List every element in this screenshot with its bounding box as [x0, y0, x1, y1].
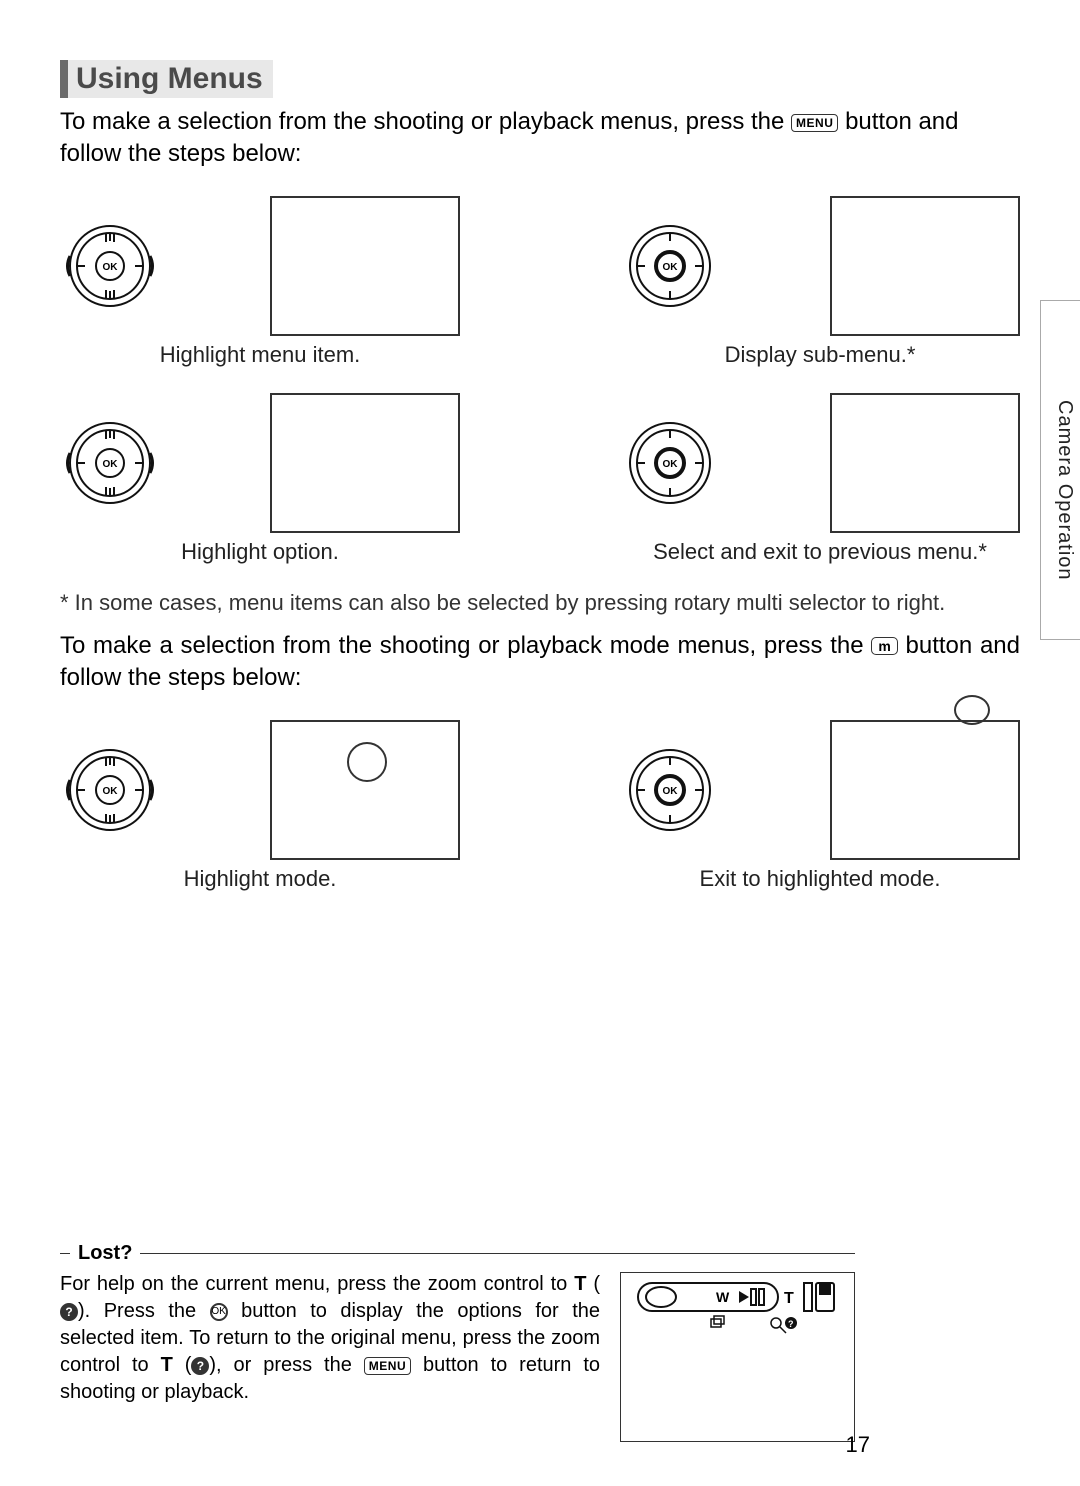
step-display-submenu: OK Display sub-menu.*: [620, 196, 1020, 368]
svg-text:OK: OK: [663, 459, 679, 470]
intro-text-before: To make a selection from the shooting or…: [60, 108, 791, 135]
step-caption: Display sub-menu.*: [620, 342, 1020, 368]
footnote-text: * In some cases, menu items can also be …: [60, 590, 1020, 616]
rotary-selector-ok-icon: OK: [620, 216, 720, 316]
step-caption: Exit to highlighted mode.: [620, 866, 1020, 892]
lost-text-part: , or press the: [216, 1354, 364, 1376]
svg-text:OK: OK: [103, 786, 119, 797]
zoom-t-label: T: [574, 1273, 586, 1295]
rotary-selector-icon: OK: [60, 216, 160, 316]
zoom-t-label: T: [161, 1354, 173, 1376]
svg-text:W: W: [716, 1289, 730, 1305]
lost-text: For help on the current menu, press the …: [60, 1271, 600, 1406]
cursor-highlight-icon: [954, 695, 990, 725]
screen-placeholder: [830, 393, 1020, 533]
step-highlight-menu-item: OK Highlight menu item.: [60, 196, 460, 368]
mode-button-icon: m: [871, 637, 897, 655]
intro2-text-before: To make a selection from the shooting or…: [60, 632, 871, 659]
svg-text:OK: OK: [103, 262, 119, 273]
screen-placeholder: [830, 720, 1020, 860]
svg-text:T: T: [784, 1290, 794, 1307]
help-icon: ?: [191, 1357, 209, 1375]
menu-button-icon: MENU: [364, 1357, 411, 1375]
step-exit-to-mode: OK Exit to highlighted mode.: [620, 720, 1020, 892]
rotary-selector-ok-icon: OK: [620, 740, 720, 840]
screen-placeholder: [270, 196, 460, 336]
page-number: 17: [846, 1432, 870, 1458]
screen-placeholder: [830, 196, 1020, 336]
svg-text:OK: OK: [663, 262, 679, 273]
zoom-control-icon: W T ?: [636, 1281, 841, 1336]
rotary-selector-ok-icon: OK: [620, 413, 720, 513]
step-caption: Select and exit to previous menu.*: [620, 539, 1020, 565]
svg-text:OK: OK: [663, 786, 679, 797]
menu-button-icon: MENU: [791, 114, 838, 132]
section-label: Camera Operation: [1053, 400, 1076, 581]
step-caption: Highlight menu item.: [60, 342, 460, 368]
screen-placeholder: [270, 393, 460, 533]
lost-help-box: Lost? For help on the current menu, pres…: [60, 1242, 855, 1406]
svg-text:OK: OK: [103, 459, 119, 470]
cursor-highlight-icon: [347, 742, 387, 782]
zoom-control-figure: W T ?: [620, 1272, 855, 1442]
lost-title: Lost?: [78, 1242, 132, 1265]
intro-paragraph-2: To make a selection from the shooting or…: [60, 630, 1020, 695]
step-select-exit: OK Select and exit to previous menu.*: [620, 393, 1020, 565]
screen-placeholder: [270, 720, 460, 860]
svg-text:?: ?: [788, 1319, 794, 1329]
section-heading: Using Menus: [60, 60, 273, 98]
step-caption: Highlight mode.: [60, 866, 460, 892]
lost-text-part: For help on the current menu, press the …: [60, 1273, 574, 1295]
help-icon: ?: [60, 1303, 78, 1321]
step-highlight-option: OK Highlight option.: [60, 393, 460, 565]
step-caption: Highlight option.: [60, 539, 460, 565]
ok-icon: OK: [210, 1303, 228, 1321]
lost-text-part: . Press the: [85, 1300, 210, 1322]
intro-paragraph: To make a selection from the shooting or…: [60, 106, 1020, 171]
rotary-selector-icon: OK: [60, 413, 160, 513]
rotary-selector-icon: OK: [60, 740, 160, 840]
step-highlight-mode: OK Highlight mode.: [60, 720, 460, 892]
